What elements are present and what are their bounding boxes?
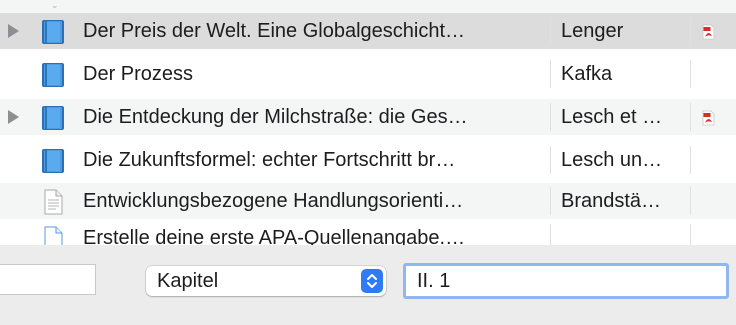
items-list[interactable]: ⌄ Der Preis der Welt. Eine Globalgeschic… <box>0 0 736 245</box>
pdf-attachment-icon[interactable] <box>702 110 715 126</box>
column-divider <box>550 224 551 245</box>
column-divider <box>550 103 551 131</box>
item-creator: Kafka <box>561 63 613 85</box>
item-creator: Lenger <box>561 20 624 42</box>
locator-type-label: Kapitel <box>157 270 219 292</box>
sort-indicator-icon: ⌄ <box>51 0 59 10</box>
list-item-row[interactable]: Der Prozess Kafka <box>0 56 736 92</box>
chevron-updown-icon[interactable] <box>361 269 383 293</box>
item-title: Die Entdeckung der Milchstraße: die Ges… <box>83 106 468 128</box>
locator-type-select[interactable]: Kapitel <box>146 266 386 296</box>
column-divider <box>690 146 691 174</box>
list-item-row[interactable]: Die Entdeckung der Milchstraße: die Ges…… <box>0 99 736 135</box>
item-title: Entwicklungsbezogene Handlungsorienti… <box>83 190 464 212</box>
book-icon <box>42 106 64 130</box>
citation-options-bar: Kapitel II. 1 <box>0 245 736 325</box>
item-creator: Brandstä… <box>561 190 662 212</box>
list-item-row[interactable]: Die Zukunftsformel: echter Fortschritt b… <box>0 142 736 178</box>
column-divider <box>550 187 551 215</box>
item-title: Die Zukunftsformel: echter Fortschritt b… <box>83 149 456 171</box>
column-divider <box>690 60 691 88</box>
item-title: Erstelle deine erste APA-Quellenangabe.… <box>83 227 466 245</box>
column-divider <box>690 187 691 215</box>
column-divider <box>550 60 551 88</box>
list-item-row[interactable]: Erstelle deine erste APA-Quellenangabe.… <box>0 220 736 245</box>
pdf-attachment-icon[interactable] <box>702 24 715 40</box>
prefix-field[interactable] <box>0 264 96 295</box>
column-divider <box>550 146 551 174</box>
column-divider <box>690 224 691 245</box>
item-creator: Lesch et … <box>561 106 663 128</box>
column-divider <box>690 17 691 45</box>
disclosure-triangle-icon[interactable] <box>8 24 19 38</box>
book-icon <box>42 63 64 87</box>
book-icon <box>42 149 64 173</box>
item-title: Der Prozess <box>83 63 194 85</box>
list-item-row[interactable]: Der Preis der Welt. Eine Globalgeschicht… <box>0 13 736 49</box>
locator-input[interactable]: II. 1 <box>403 263 729 299</box>
document-icon <box>44 226 63 245</box>
disclosure-triangle-icon[interactable] <box>8 110 19 124</box>
list-item-row[interactable]: Entwicklungsbezogene Handlungsorienti… B… <box>0 183 736 219</box>
item-creator: Lesch un… <box>561 149 663 171</box>
column-divider <box>690 103 691 131</box>
column-divider <box>550 17 551 45</box>
partial-row[interactable]: ⌄ <box>0 0 736 13</box>
item-title: Der Preis der Welt. Eine Globalgeschicht… <box>83 20 466 42</box>
book-icon <box>42 20 64 44</box>
document-icon <box>44 189 63 215</box>
